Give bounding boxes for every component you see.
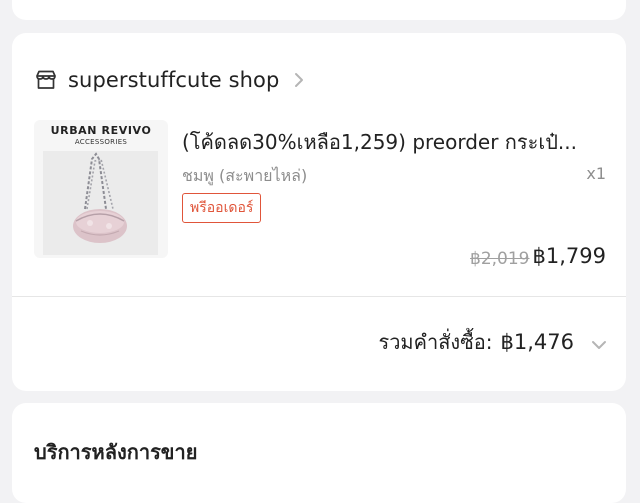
order-total-value: ฿1,476 [500,330,574,354]
product-price: ฿1,799 [532,244,606,268]
bag-photo [43,151,158,255]
shop-name: superstuffcute shop [68,68,280,92]
store-icon [34,68,58,92]
after-sales-title: บริการหลังการขาย [34,440,198,464]
thumbnail-subtitle-text: ACCESSORIES [74,138,128,146]
order-total-row[interactable]: รวมคำสั่งซื้อ: ฿1,476 [378,326,608,358]
original-price: ฿2,019 [470,249,530,269]
shop-header[interactable]: superstuffcute shop [34,65,305,95]
after-sales-card: บริการหลังการขาย [12,403,626,503]
order-total-label: รวมคำสั่งซื้อ: [378,330,493,354]
chevron-right-icon [293,70,305,90]
product-variant: ชมพู (สะพายไหล่) [182,166,308,185]
product-quantity: x1 [586,164,606,183]
thumbnail-brand-text: URBAN REVIVO [50,124,152,137]
order-card: superstuffcute shop URBAN REVIVO ACCESSO… [12,33,626,391]
product-thumbnail[interactable]: URBAN REVIVO ACCESSORIES [34,120,168,258]
product-title[interactable]: (โค้ดลด30%เหลือ1,259) preorder กระเป๋... [182,126,612,158]
divider [12,296,626,297]
chevron-down-icon[interactable] [590,336,608,349]
preorder-badge: พรีออเดอร์ [182,193,262,223]
previous-section-card [12,0,626,20]
